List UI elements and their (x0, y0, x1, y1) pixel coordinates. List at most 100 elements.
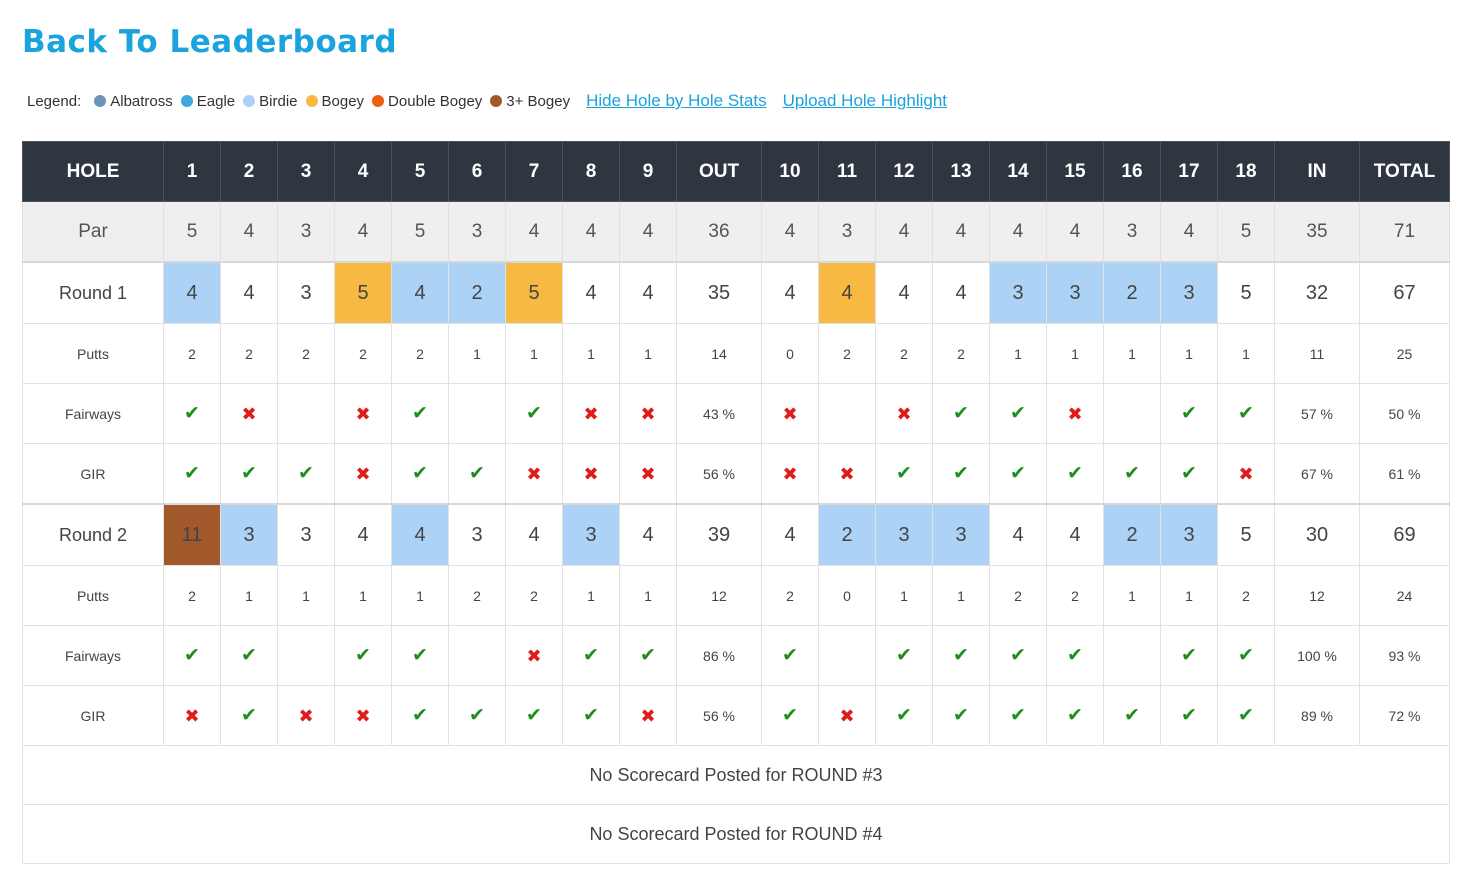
score-cell: 4 (875, 261, 933, 324)
stat-cell: ✔ (448, 685, 506, 746)
par-cell: 4 (220, 201, 278, 263)
check-icon: ✔ (1067, 705, 1083, 726)
hide-hole-stats-link[interactable]: Hide Hole by Hole Stats (586, 91, 766, 111)
par-cell: 3 (1103, 201, 1161, 263)
stat-cell: 1 (505, 323, 563, 384)
check-icon: ✔ (298, 463, 314, 484)
score-cell: 30 (1274, 503, 1360, 566)
header-cell: 11 (818, 141, 876, 202)
check-icon: ✔ (241, 463, 257, 484)
score-cell: 4 (1046, 503, 1104, 566)
legend-item: Albatross (94, 93, 173, 110)
header-row: HOLE 1 2 3 4 5 6 7 8 9 OUT 10 11 12 13 14 15 16 17 18 IN TOTA… (22, 141, 1450, 202)
stat-cell: ✔ (1160, 625, 1218, 686)
par-cell: 3 (277, 201, 335, 263)
stat-cell: 1 (619, 323, 677, 384)
stat-cell: 2 (1217, 565, 1275, 626)
cross-icon: ✖ (583, 463, 599, 484)
par-cell: 5 (391, 201, 449, 263)
upload-hole-highlight-link[interactable]: Upload Hole Highlight (783, 91, 947, 111)
stat-cell: 2 (163, 565, 221, 626)
stat-cell: 67 % (1274, 443, 1360, 505)
stat-cell: ✔ (1160, 685, 1218, 746)
score-cell: 2 (1103, 503, 1161, 566)
check-icon: ✔ (1238, 645, 1254, 666)
stat-cell: ✖ (619, 443, 677, 505)
stat-cell: ✖ (505, 625, 563, 686)
stat-cell: ✖ (334, 443, 392, 505)
legend-dot-icon (305, 95, 318, 107)
score-cell: 4 (562, 261, 620, 324)
legend-item-label: Birdie (259, 92, 298, 110)
cross-icon: ✖ (1238, 463, 1254, 484)
stat-cell (448, 625, 506, 686)
stat-cell: 11 (1274, 323, 1360, 384)
stat-label: GIR (22, 685, 164, 746)
par-cell: 4 (505, 201, 563, 263)
stat-cell (818, 625, 876, 686)
check-icon: ✔ (412, 645, 428, 666)
stat-cell: ✔ (1046, 685, 1104, 746)
header-cell: TOTAL (1359, 141, 1450, 202)
cross-icon: ✖ (298, 705, 314, 726)
stat-cell: 1 (220, 565, 278, 626)
stat-cell: 2 (818, 323, 876, 384)
legend-item: 3+ Bogey (490, 93, 570, 110)
legend-dot-icon (490, 95, 503, 107)
score-cell: 5 (1217, 261, 1275, 324)
stat-cell: ✔ (1217, 383, 1275, 444)
legend-items: Albatross Eagle Birdie Bogey Double Bogey 3+ … (94, 93, 578, 110)
no-scorecard-row: No Scorecard Posted for ROUND #4 (22, 804, 1450, 864)
stat-cell: ✔ (619, 625, 677, 686)
check-icon: ✔ (1181, 645, 1197, 666)
score-cell: 5 (334, 261, 392, 324)
check-icon: ✔ (583, 645, 599, 666)
round-label: Round 2 (22, 503, 164, 566)
cross-icon: ✖ (640, 463, 656, 484)
check-icon: ✔ (1181, 403, 1197, 424)
stat-cell: ✔ (505, 383, 563, 444)
par-cell: 5 (163, 201, 221, 263)
stat-cell: 1 (875, 565, 933, 626)
stat-cell: ✖ (761, 443, 819, 505)
check-icon: ✔ (469, 705, 485, 726)
stat-label: Fairways (22, 383, 164, 444)
no-scorecard-message: No Scorecard Posted for ROUND #3 (22, 745, 1450, 805)
legend-dot-icon (94, 95, 107, 107)
header-cell: 2 (220, 141, 278, 202)
legend: Legend: Albatross Eagle Birdie Bogey Double … (27, 90, 955, 112)
stat-cell: ✔ (277, 443, 335, 505)
stat-cell: ✔ (875, 625, 933, 686)
stat-cell: ✖ (818, 685, 876, 746)
header-cell: 14 (989, 141, 1047, 202)
check-icon: ✔ (1181, 705, 1197, 726)
par-cell: 4 (932, 201, 990, 263)
stat-cell (1103, 625, 1161, 686)
header-cell: OUT (676, 141, 762, 202)
stat-row-putts: Putts 2 2 2 2 2 1 1 1 1 14 0 2 2 2 1 1 1 1 1 11 25 (22, 323, 1450, 384)
check-icon: ✔ (241, 645, 257, 666)
stat-cell: 1 (562, 565, 620, 626)
stat-cell: 56 % (676, 443, 762, 505)
cross-icon: ✖ (640, 403, 656, 424)
stat-cell: ✔ (1103, 685, 1161, 746)
stat-cell: ✖ (818, 443, 876, 505)
par-cell: 3 (818, 201, 876, 263)
stat-label: Putts (22, 565, 164, 626)
stat-cell: ✔ (989, 443, 1047, 505)
back-to-leaderboard-link[interactable]: Back To Leaderboard (22, 24, 397, 60)
legend-item: Birdie (243, 92, 298, 110)
header-cell: 9 (619, 141, 677, 202)
check-icon: ✔ (896, 645, 912, 666)
stat-cell: ✔ (391, 685, 449, 746)
check-icon: ✔ (1010, 403, 1026, 424)
cross-icon: ✖ (526, 645, 542, 666)
stat-cell: 1 (277, 565, 335, 626)
score-cell: 5 (505, 261, 563, 324)
par-cell: 4 (761, 201, 819, 263)
stat-cell: 1 (1103, 565, 1161, 626)
stat-cell: ✔ (448, 443, 506, 505)
check-icon: ✔ (412, 403, 428, 424)
cross-icon: ✖ (1067, 403, 1083, 424)
score-cell: 3 (875, 503, 933, 566)
